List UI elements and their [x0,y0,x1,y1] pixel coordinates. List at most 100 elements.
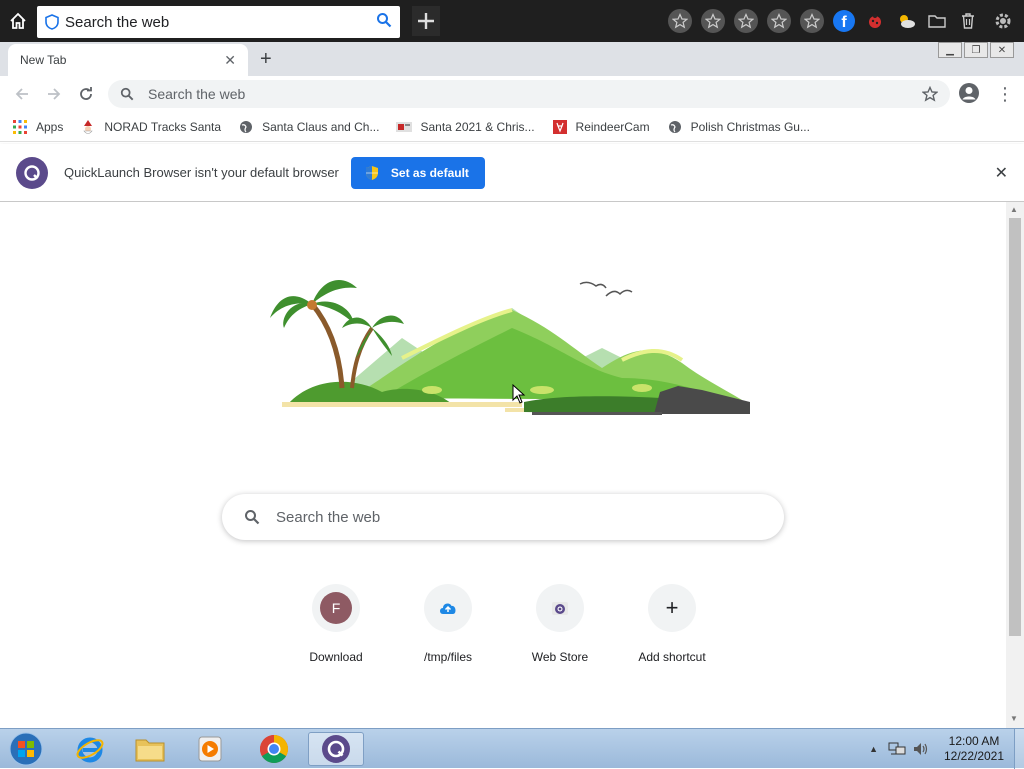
restore-button[interactable]: ❐ [964,42,988,58]
window-controls: ▁ ❐ ✕ [936,42,1014,58]
menu-button[interactable]: ⋮ [996,84,1014,105]
taskbar-media-player[interactable] [182,732,238,766]
scroll-up-icon[interactable]: ▲ [1010,205,1018,214]
shortcut-label: Web Store [531,650,589,664]
ntp-search-placeholder: Search the web [276,508,381,526]
tab-close-icon[interactable]: ✕ [224,52,236,69]
scrollbar-thumb[interactable] [1009,218,1021,636]
folder-icon[interactable] [926,10,948,32]
cloud-upload-icon [440,603,456,614]
minimize-button[interactable]: ▁ [938,42,962,58]
new-tab-page: Search the web F Download /tmp/files Web… [0,202,1006,728]
system-tray: ▲ 12:00 AM 12/22/2021 [869,729,1024,769]
bookmark-label: Santa Claus and Ch... [262,119,380,134]
folder-icon [135,739,165,762]
address-bar[interactable]: Search the web [108,80,950,108]
close-window-button[interactable]: ✕ [990,42,1014,58]
reload-icon [80,87,92,100]
set-default-button[interactable]: Set as default [350,156,485,189]
chrome-icon [260,735,288,763]
network-icon[interactable] [888,741,906,757]
windows-logo-icon [9,732,43,766]
favorite-star-icon[interactable] [800,9,824,33]
plus-icon: + [665,595,679,620]
top-search-text: Search the web [65,13,170,31]
home-button[interactable] [0,0,36,42]
shortcut-icon-wrap [536,584,584,632]
default-browser-infobar: QuickLaunch Browser isn't your default b… [0,144,1024,202]
forward-button[interactable] [38,76,70,112]
taskbar-internet-explorer[interactable] [62,732,118,766]
more-vert-icon: ⋮ [996,84,1014,104]
taskbar-file-explorer[interactable] [122,732,178,766]
volume-icon[interactable] [912,741,930,757]
facebook-icon[interactable]: f [833,10,855,32]
favorite-star-icon[interactable] [767,9,791,33]
tab-title: New Tab [20,53,67,67]
show-desktop-button[interactable] [1014,729,1024,769]
bookmark-reindeercam[interactable]: ReindeerCam [552,119,650,135]
start-button[interactable] [6,731,46,767]
shortcut-label: Add shortcut [638,650,706,664]
bookmark-label: Santa 2021 & Chris... [420,119,535,134]
clock-time: 12:00 AM [948,734,1000,748]
settings-gear-icon[interactable] [988,10,1018,32]
scroll-down-icon[interactable]: ▼ [1010,714,1018,723]
reload-button[interactable] [70,76,102,112]
browser-toolbar: Search the web ⋮ [0,76,1024,112]
letter-f-icon: F [320,592,352,624]
account-circle-icon [959,83,979,103]
shortcut-icon-wrap: F [312,584,360,632]
taskbar-chrome[interactable] [246,732,302,766]
trash-icon[interactable] [957,10,979,32]
bookmarks-bar: Apps NORAD Tracks Santa Santa Claus and … [0,112,1024,142]
web-store-icon [552,602,568,615]
show-hidden-icons-icon[interactable]: ▲ [869,744,878,754]
infobar-close-icon[interactable]: ✕ [995,163,1008,183]
bookmark-star-icon[interactable] [922,86,938,102]
arrow-right-icon [48,88,61,100]
taskbar-quicklaunch[interactable] [308,732,364,766]
taskbar: ▲ 12:00 AM 12/22/2021 [0,728,1024,769]
santa-icon [80,119,96,135]
favorite-star-icon[interactable] [668,9,692,33]
search-icon [120,87,134,101]
back-button[interactable] [6,76,38,112]
tropical-landscape-illustration [270,280,750,415]
ntp-search-box[interactable]: Search the web [222,494,784,540]
arrow-left-icon [15,88,28,100]
shortcut-web-store[interactable]: Web Store [504,584,616,664]
bookmark-santa-claus[interactable]: Santa Claus and Ch... [238,119,379,135]
bookmark-polish-christmas[interactable]: Polish Christmas Gu... [667,119,810,135]
clock[interactable]: 12:00 AM 12/22/2021 [934,734,1014,764]
bookmark-santa-2021[interactable]: Santa 2021 & Chris... [396,119,535,135]
extension-icons: f [668,0,1018,42]
bookmark-norad[interactable]: NORAD Tracks Santa [80,119,221,135]
add-button[interactable] [412,6,440,36]
top-search-input[interactable]: Search the web [37,6,400,38]
apps-grid-icon [12,119,28,135]
mouse-cursor-icon [512,384,526,404]
search-icon[interactable] [376,12,392,32]
new-tab-button[interactable]: + [260,48,272,71]
ladybug-icon[interactable] [864,10,886,32]
internet-explorer-icon [76,737,104,763]
shortcut-download[interactable]: F Download [280,584,392,664]
shortcut-tmp-files[interactable]: /tmp/files [392,584,504,664]
favorite-star-icon[interactable] [701,9,725,33]
tab-new-tab[interactable]: New Tab ✕ [8,44,248,76]
globe-icon [667,119,683,135]
quicklaunch-logo-icon [16,156,48,189]
shortcut-add[interactable]: + Add shortcut [616,584,728,664]
media-player-icon [198,736,222,762]
bookmark-apps[interactable]: Apps [12,119,63,135]
profile-button[interactable] [958,82,980,109]
quicklaunch-logo-icon [322,735,350,763]
clock-date: 12/22/2021 [943,749,1005,763]
top-toolbar: Search the web f [0,0,1024,42]
infobar-message: QuickLaunch Browser isn't your default b… [64,165,339,180]
vertical-scrollbar[interactable]: ▲ ▼ [1006,202,1024,728]
weather-icon[interactable] [895,10,917,32]
bookmark-label: ReindeerCam [575,119,650,134]
favorite-star-icon[interactable] [734,9,758,33]
